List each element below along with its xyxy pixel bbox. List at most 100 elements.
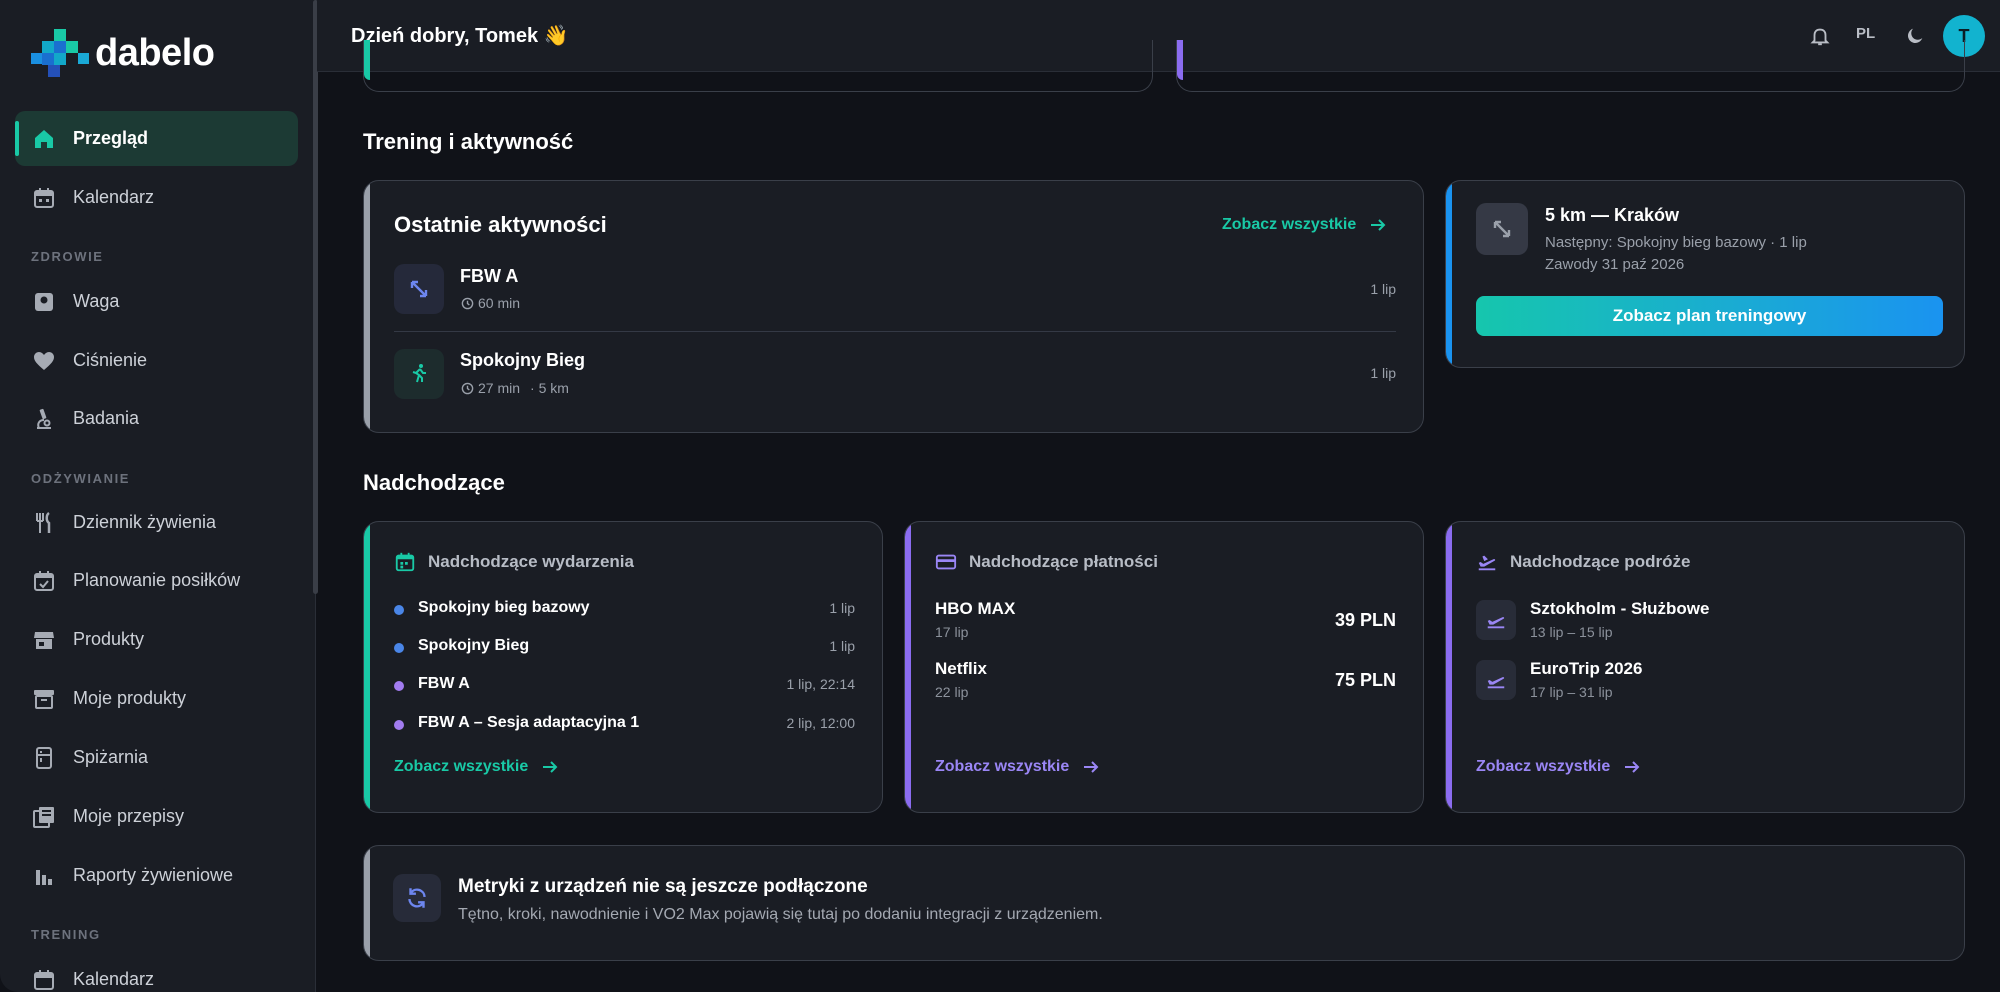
- sidebar-item-moje-produkty[interactable]: Moje produkty: [15, 671, 298, 726]
- brand-name: dabelo: [95, 31, 215, 74]
- plan-next: Następny: Spokojny bieg bazowy · 1 lip: [1545, 234, 1807, 251]
- section-label-zdrowie: ZDROWIE: [31, 249, 104, 264]
- event-date: 1 lip, 22:14: [786, 676, 856, 692]
- store-icon: [31, 627, 57, 653]
- recipes-icon: [31, 804, 57, 830]
- logo[interactable]: dabelo: [31, 28, 215, 78]
- plane-departure-icon: [1476, 600, 1516, 640]
- sidebar-item-label: Przegląd: [73, 128, 149, 148]
- plane-departure-icon: [1478, 555, 1496, 571]
- dabelo-logo-icon: [31, 29, 89, 77]
- upcoming-trips-see-all[interactable]: Zobacz wszystkie: [1476, 757, 1642, 777]
- recent-activities-see-all[interactable]: Zobacz wszystkie: [1222, 215, 1388, 235]
- event-dot: [394, 643, 404, 653]
- calendar-icon: [31, 185, 57, 211]
- upcoming-payments-title: Nadchodzące płatności: [969, 552, 1158, 571]
- event-name[interactable]: Spokojny Bieg: [418, 637, 529, 655]
- see-all-label: Zobacz wszystkie: [1476, 758, 1611, 775]
- arrow-right-icon: [1625, 761, 1640, 773]
- event-dot: [394, 605, 404, 615]
- upcoming-events-see-all[interactable]: Zobacz wszystkie: [394, 757, 560, 777]
- sidebar-item-label: Ciśnienie: [73, 350, 148, 370]
- payment-amount: 39 PLN: [1334, 610, 1396, 630]
- payment-date: 17 lip: [935, 624, 969, 640]
- trip-name[interactable]: EuroTrip 2026: [1530, 659, 1642, 679]
- activity-distance: · 5 km: [530, 380, 569, 396]
- sidebar-item-label: Badania: [73, 408, 140, 428]
- card-accent: [1446, 522, 1452, 812]
- microscope-icon: [31, 406, 57, 432]
- event-name[interactable]: Spokojny bieg bazowy: [418, 599, 590, 617]
- section-title-training: Trening i aktywność: [363, 129, 574, 154]
- upcoming-events-title: Nadchodzące wydarzenia: [428, 552, 634, 571]
- heart-icon: [31, 348, 57, 374]
- trip-dates: 13 lip – 15 lip: [1530, 624, 1613, 640]
- device-metrics-card: [363, 845, 1965, 961]
- upcoming-events-header: Nadchodzące wydarzenia: [394, 551, 634, 573]
- clock-icon: [461, 297, 474, 309]
- sidebar-item-label: Planowanie posiłków: [73, 570, 241, 590]
- sidebar-item-label: Raporty żywieniowe: [73, 865, 234, 885]
- bar-chart-icon: [31, 863, 57, 889]
- upcoming-payments-see-all[interactable]: Zobacz wszystkie: [935, 757, 1101, 777]
- activity-name[interactable]: FBW A: [460, 266, 518, 287]
- upcoming-trips-header: Nadchodzące podróże: [1476, 551, 1690, 573]
- sidebar-item-waga[interactable]: Waga: [15, 274, 298, 329]
- sidebar-item-trening-kalendarz[interactable]: Kalendarz: [15, 952, 298, 992]
- see-training-plan-button[interactable]: Zobacz plan treningowy: [1476, 296, 1943, 336]
- plan-title: 5 km — Kraków: [1545, 205, 1680, 225]
- home-icon: [31, 126, 57, 152]
- sidebar-item-przeglad[interactable]: Przegląd: [15, 111, 298, 166]
- card-accent: [364, 522, 370, 812]
- sync-icon: [393, 874, 441, 922]
- sidebar-item-kalendarz[interactable]: Kalendarz: [15, 170, 298, 225]
- card-accent: [1177, 40, 1183, 80]
- plan-race-date: Zawody 31 paź 2026: [1545, 256, 1685, 273]
- section-label-trening: TRENING: [31, 927, 101, 942]
- payment-date: 22 lip: [935, 684, 969, 700]
- sidebar-item-spizarnia[interactable]: Spiżarnia: [15, 730, 298, 785]
- calendar-check-icon: [31, 568, 57, 594]
- clock-icon: [461, 382, 474, 394]
- trip-name[interactable]: Sztokholm - Służbowe: [1530, 599, 1709, 619]
- sidebar-item-dziennik-zywienia[interactable]: Dziennik żywienia: [15, 495, 298, 550]
- event-dot: [394, 720, 404, 730]
- calendar-icon: [31, 967, 57, 992]
- payment-name[interactable]: Netflix: [935, 659, 987, 679]
- activity-date: 1 lip: [1370, 365, 1396, 381]
- sidebar-item-moje-przepisy[interactable]: Moje przepisy: [15, 789, 298, 844]
- sidebar-item-raporty-zywieniowe[interactable]: Raporty żywieniowe: [15, 848, 298, 903]
- card-accent: [364, 846, 370, 960]
- expand-icon: [1476, 203, 1528, 255]
- sidebar-item-label: Spiżarnia: [73, 747, 149, 767]
- runner-icon: [394, 349, 444, 399]
- arrow-right-icon: [1371, 219, 1386, 231]
- sidebar-item-label: Moje przepisy: [73, 806, 185, 826]
- activity-meta: 60 min: [461, 295, 520, 311]
- section-title-upcoming: Nadchodzące: [363, 470, 505, 495]
- payment-amount: 75 PLN: [1334, 670, 1396, 690]
- sidebar-item-badania[interactable]: Badania: [15, 391, 298, 446]
- event-name[interactable]: FBW A – Sesja adaptacyjna 1: [418, 714, 639, 732]
- event-date: 1 lip: [829, 638, 855, 654]
- sidebar-item-cisnienie[interactable]: Ciśnienie: [15, 333, 298, 388]
- upcoming-payments-header: Nadchodzące płatności: [935, 551, 1158, 573]
- see-all-label: Zobacz wszystkie: [935, 758, 1070, 775]
- calendar-icon: [395, 552, 415, 572]
- event-date: 2 lip, 12:00: [786, 715, 856, 731]
- sidebar-item-planowanie-posilkow[interactable]: Planowanie posiłków: [15, 553, 298, 608]
- section-label-odzywianie: ODŻYWIANIE: [31, 471, 131, 486]
- card-accent: [364, 40, 370, 80]
- archive-icon: [31, 686, 57, 712]
- plane-departure-icon: [1476, 660, 1516, 700]
- expand-arrows-icon: [394, 264, 444, 314]
- divider: [394, 331, 1396, 332]
- sidebar-scrollbar[interactable]: [313, 0, 318, 594]
- previous-card-bottom: [363, 40, 1153, 92]
- see-all-label: Zobacz wszystkie: [1222, 216, 1357, 233]
- sidebar-item-produkty[interactable]: Produkty: [15, 612, 298, 667]
- activity-duration: 60 min: [478, 295, 521, 311]
- activity-name[interactable]: Spokojny Bieg: [460, 350, 585, 371]
- payment-name[interactable]: HBO MAX: [935, 599, 1015, 619]
- event-name[interactable]: FBW A: [418, 675, 470, 693]
